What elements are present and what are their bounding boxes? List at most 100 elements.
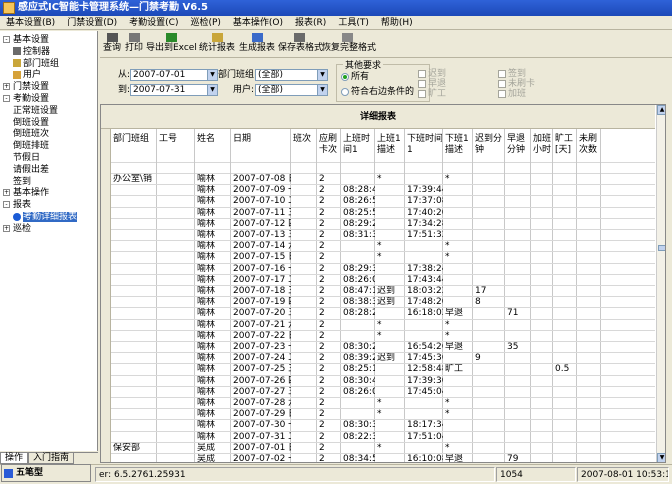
menu-item[interactable]: 考勤设置(C) xyxy=(123,16,184,30)
table-cell xyxy=(531,297,553,308)
left-tabs: 操作 入门指南 xyxy=(0,452,98,464)
column-header[interactable]: 未刷次数 xyxy=(577,129,601,162)
filter-panel: 从: 2007-07-01 ▼ 到: 2007-07-31 ▼ 部门班组: (全… xyxy=(100,58,668,102)
vertical-scrollbar[interactable]: ▲ ▼ xyxy=(656,105,665,462)
table-cell: 2007-07-09 一 xyxy=(233,185,291,196)
column-header[interactable]: 上班1描述 xyxy=(375,129,405,162)
column-header[interactable]: 加班小时 xyxy=(531,129,553,162)
column-header[interactable]: 旷工[天] xyxy=(553,129,577,162)
column-header[interactable]: 工号 xyxy=(157,129,195,162)
radio-all[interactable]: 所有 xyxy=(341,71,369,83)
table-cell xyxy=(341,174,375,185)
condition-checkbox[interactable]: 早退 xyxy=(418,79,446,89)
collapse-icon[interactable]: - xyxy=(3,95,10,102)
from-date-picker[interactable]: 2007-07-01 ▼ xyxy=(130,69,218,81)
column-header[interactable]: 姓名 xyxy=(195,129,231,162)
toolbar-button[interactable]: 恢复完整格式 xyxy=(322,32,376,57)
table-cell xyxy=(443,387,473,398)
table-cell: 17:34:28 xyxy=(407,218,443,229)
toolbar-button[interactable]: 统计报表 xyxy=(198,32,236,57)
table-cell: 2007-07-19 四 xyxy=(233,297,291,308)
toolbar-button[interactable]: 查询 xyxy=(102,32,122,57)
menu-item[interactable]: 报表(R) xyxy=(289,16,332,30)
table-cell xyxy=(111,241,157,252)
condition-checkbox[interactable]: 签到 xyxy=(498,69,526,79)
tree-item[interactable]: 倒班班次 xyxy=(13,129,49,140)
table-cell xyxy=(375,219,405,230)
menu-item[interactable]: 帮助(H) xyxy=(375,16,419,30)
chevron-down-icon[interactable]: ▼ xyxy=(317,85,327,95)
tree-item[interactable]: + 基本操作 xyxy=(3,188,49,199)
left-tab[interactable]: 操作 xyxy=(0,453,29,464)
table-cell xyxy=(577,286,601,297)
collapse-icon[interactable]: - xyxy=(3,201,10,209)
menu-item[interactable]: 基本设置(B) xyxy=(0,16,61,30)
scroll-up-icon[interactable]: ▲ xyxy=(657,105,665,115)
menu-item[interactable]: 基本操作(O) xyxy=(227,16,289,30)
column-header[interactable]: 应刷卡次 xyxy=(317,129,341,162)
report-table[interactable]: 部门班组 工号 姓名 日期 班次 应刷卡次 上班时间1 上班1描述 下班时间1 下班1描述 迟到分钟… xyxy=(111,129,655,462)
tree-item[interactable]: 正常班设置 xyxy=(13,106,58,117)
chevron-down-icon[interactable]: ▼ xyxy=(317,70,327,80)
table-cell: 16:18:02 xyxy=(407,308,443,319)
tree-item[interactable]: 考勤详细报表 xyxy=(13,212,78,223)
table-cell: 08:29:26 xyxy=(343,218,375,229)
column-header[interactable]: 早退分钟 xyxy=(505,129,531,162)
left-tab[interactable]: 入门指南 xyxy=(28,453,75,464)
chevron-down-icon[interactable]: ▼ xyxy=(207,85,217,95)
column-header[interactable]: 下班时间1 xyxy=(405,129,443,162)
user-select[interactable]: (全部) ▼ xyxy=(255,84,328,96)
tree-item[interactable]: - 报表 xyxy=(3,200,31,211)
tree-item[interactable]: 部门班组 xyxy=(13,59,59,70)
toolbar-button[interactable]: 打印 xyxy=(124,32,144,57)
tree-item[interactable]: 节假日 xyxy=(13,153,40,164)
ime-toolbar[interactable]: 五笔型 xyxy=(1,464,91,482)
collapse-icon[interactable]: - xyxy=(3,36,10,43)
table-cell xyxy=(157,208,195,219)
scroll-down-icon[interactable]: ▼ xyxy=(657,453,665,462)
expand-icon[interactable]: + xyxy=(3,189,10,197)
condition-checkbox[interactable]: 迟到 xyxy=(418,69,446,79)
tree-item[interactable]: - 考勤设置 xyxy=(3,94,49,105)
table-cell: 2 xyxy=(319,375,325,386)
dept-select[interactable]: (全部) ▼ xyxy=(255,69,328,81)
table-cell xyxy=(553,320,577,331)
column-header[interactable]: 迟到分钟 xyxy=(473,129,505,162)
column-header[interactable]: 日期 xyxy=(231,129,291,162)
tree-item-label: 控制器 xyxy=(23,46,51,57)
tree-item[interactable]: 签到 xyxy=(13,177,31,188)
condition-checkbox[interactable]: 旷工 xyxy=(418,89,446,99)
tree-item[interactable]: 倒班排班 xyxy=(13,141,49,152)
tree-item-label: 巡检 xyxy=(13,223,32,234)
table-cell xyxy=(341,241,375,252)
menu-item[interactable]: 门禁设置(D) xyxy=(61,16,123,30)
expand-icon[interactable]: + xyxy=(3,83,10,91)
tree-item[interactable]: - 基本设置 xyxy=(3,35,49,46)
menu-item[interactable]: 工具(T) xyxy=(332,16,375,30)
tree-item[interactable]: 用户 xyxy=(13,70,41,81)
toolbar-button[interactable]: 生成报表 xyxy=(238,32,276,57)
tree-item[interactable]: 倒班设置 xyxy=(13,118,49,129)
table-cell xyxy=(505,275,531,286)
menu-item[interactable]: 巡检(P) xyxy=(184,16,226,30)
column-header[interactable]: 下班1描述 xyxy=(443,129,473,162)
tree-item[interactable]: + 巡检 xyxy=(3,224,31,235)
toolbar-button[interactable]: 保存表格式 xyxy=(278,32,323,57)
row-indicator-margin xyxy=(101,129,111,462)
chevron-down-icon[interactable]: ▼ xyxy=(207,70,217,80)
table-cell xyxy=(505,208,531,219)
table-cell xyxy=(505,398,531,409)
column-header[interactable]: 班次 xyxy=(291,129,317,162)
column-header[interactable]: 上班时间1 xyxy=(341,129,375,162)
scroll-thumb[interactable] xyxy=(658,245,665,251)
condition-checkbox[interactable]: 未刷卡 xyxy=(498,79,535,89)
column-header[interactable]: 部门班组 xyxy=(111,129,157,162)
tree-item[interactable]: + 门禁设置 xyxy=(3,82,49,93)
tree-item[interactable]: 控制器 xyxy=(13,47,50,58)
expand-icon[interactable]: + xyxy=(3,224,10,232)
toolbar-button[interactable]: 导出到Excel xyxy=(146,32,197,57)
tree-item[interactable]: 请假出差 xyxy=(13,165,49,176)
to-date-picker[interactable]: 2007-07-31 ▼ xyxy=(130,84,218,96)
condition-checkbox[interactable]: 加班 xyxy=(498,89,526,99)
radio-match[interactable]: 符合右边条件的 xyxy=(341,86,414,98)
